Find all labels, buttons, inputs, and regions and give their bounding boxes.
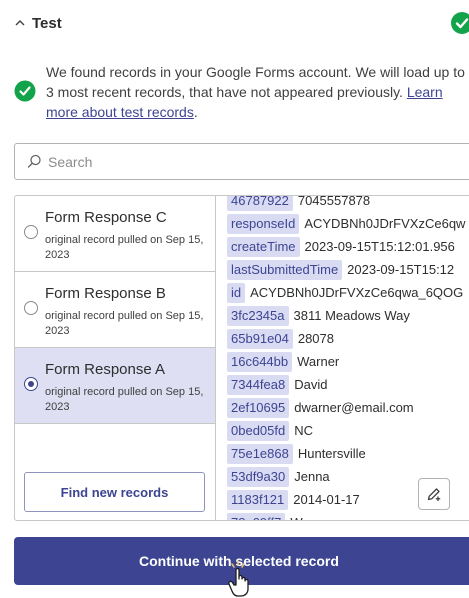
record-field-row: lastSubmittedTime 2023-09-15T15:12 [227, 260, 454, 280]
field-key: 0bed05fd [227, 421, 290, 441]
check-circle-icon [14, 80, 36, 102]
record-field-row: 0bed05fd NC [227, 421, 313, 441]
record-field-row: 78a09ff7 Warner [227, 513, 333, 520]
field-value: 2023-09-15T15:12 [347, 262, 455, 277]
record-list: Form Response C original record pulled on… [15, 196, 216, 520]
field-value: ACYDBNh0JDrFVXzCe6qw [304, 216, 466, 231]
field-key: 7344fea8 [227, 375, 290, 395]
find-new-records-button[interactable]: Find new records [24, 472, 205, 512]
field-value: Huntersville [297, 446, 366, 461]
test-section-header[interactable]: Test [14, 10, 469, 36]
record-field-row: id ACYDBNh0JDrFVXzCe6qwa_6QOG [227, 283, 463, 303]
field-key: 1183f121 [227, 490, 289, 510]
chevron-up-icon[interactable] [14, 17, 26, 29]
field-key: 78a09ff7 [227, 513, 286, 520]
edit-button[interactable] [418, 478, 450, 510]
field-key: 2ef10695 [227, 398, 290, 418]
field-key: 16c644bb [227, 352, 293, 372]
record-picker-panel: Form Response C original record pulled on… [14, 195, 469, 521]
field-value: ACYDBNh0JDrFVXzCe6qwa_6QOG [250, 285, 464, 300]
record-field-row: 16c644bb Warner [227, 352, 339, 372]
record-field-row: 75e1e868 Huntersville [227, 444, 366, 464]
record-field-row: 53df9a30 Jenna [227, 467, 330, 487]
record-title: Form Response B [45, 285, 166, 302]
field-value: Jenna [294, 469, 330, 484]
field-value: 2014-01-17 [293, 492, 360, 507]
field-value: David [294, 377, 328, 392]
record-field-row: 7344fea8 David [227, 375, 327, 395]
field-key: createTime [227, 237, 300, 257]
record-radio[interactable] [24, 377, 38, 391]
record-item[interactable]: Form Response C original record pulled on… [15, 196, 215, 272]
field-key: 53df9a30 [227, 467, 290, 487]
record-field-row: 2ef10695 dwarner@email.com [227, 398, 414, 418]
field-value: 28078 [297, 331, 334, 346]
field-value: 7045557878 [297, 196, 371, 208]
info-period: . [193, 104, 198, 120]
edit-icon [427, 488, 441, 501]
field-value: Warner [297, 354, 340, 369]
search-input[interactable] [48, 153, 448, 170]
record-item[interactable]: Form Response B original record pulled on… [15, 272, 215, 348]
record-field-row: createTime 2023-09-15T15:12:01.956 [227, 237, 455, 257]
search-icon [27, 154, 41, 168]
field-value: 3811 Meadows Way [293, 308, 410, 323]
record-title: Form Response A [45, 361, 166, 378]
record-title: Form Response C [45, 209, 167, 226]
info-message: We found records in your Google Forms ac… [46, 64, 465, 100]
record-field-row: 3fc2345a 3811 Meadows Way [227, 306, 410, 326]
record-field-row: 65b91e04 28078 [227, 329, 334, 349]
field-key: 75e1e868 [227, 444, 293, 464]
record-radio[interactable] [24, 225, 38, 239]
record-field-row: 1183f121 2014-01-17 [227, 490, 360, 510]
field-key: 65b91e04 [227, 329, 293, 349]
field-value: 2023-09-15T15:12:01.956 [304, 239, 455, 254]
check-circle-icon [451, 12, 469, 34]
field-key: responseId [227, 214, 300, 234]
info-text: We found records in your Google Forms ac… [46, 62, 469, 122]
field-value: NC [294, 423, 314, 438]
record-item[interactable]: Form Response A original record pulled on… [15, 348, 215, 424]
field-value: dwarner@email.com [294, 400, 414, 415]
search-box[interactable] [14, 143, 469, 180]
hand-cursor-icon [228, 560, 249, 597]
field-key: lastSubmittedTime [227, 260, 343, 280]
record-fields-pane[interactable]: 46787922 7045557878 responseId ACYDBNh0JDrF… [216, 196, 469, 520]
record-subtitle: original record pulled on Sep 15, 2023 [45, 386, 204, 413]
record-field-row: 46787922 7045557878 [227, 196, 370, 211]
record-radio[interactable] [24, 301, 38, 315]
field-key: 46787922 [227, 196, 293, 211]
field-key: id [227, 283, 246, 303]
records-found-message: We found records in your Google Forms ac… [14, 62, 469, 122]
record-subtitle: original record pulled on Sep 15, 2023 [45, 234, 204, 261]
field-value: Warner [290, 515, 332, 520]
record-field-row: responseId ACYDBNh0JDrFVXzCe6qw [227, 214, 465, 234]
field-key: 3fc2345a [227, 306, 289, 326]
section-title: Test [32, 14, 62, 32]
record-subtitle: original record pulled on Sep 15, 2023 [45, 310, 204, 337]
